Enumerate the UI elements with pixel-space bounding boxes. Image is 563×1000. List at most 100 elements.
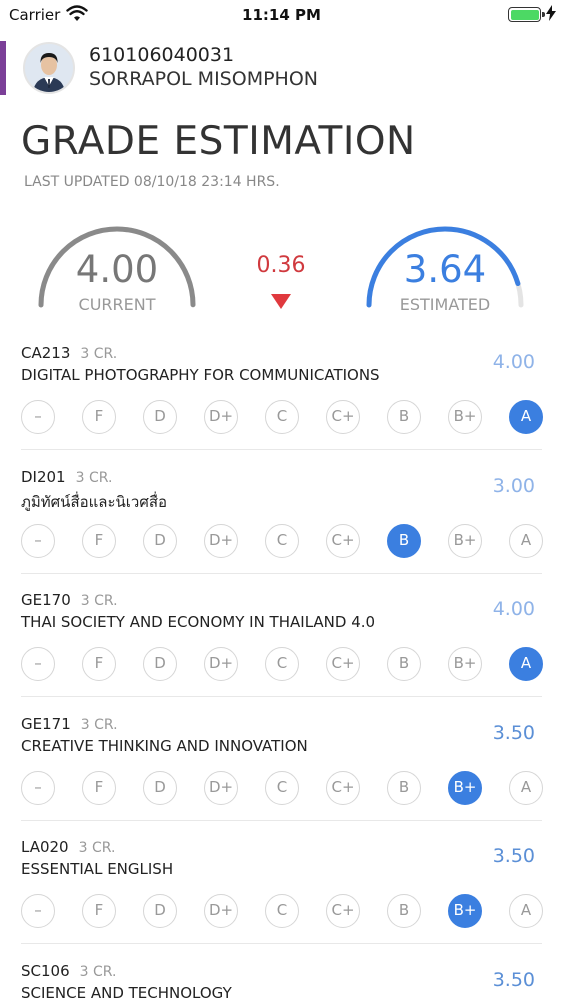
grade-option-button[interactable]: C: [265, 770, 299, 805]
grade-option-button[interactable]: D+: [204, 523, 238, 558]
status-bar: Carrier 11:14 PM: [0, 0, 563, 30]
grade-option-button[interactable]: D+: [204, 400, 238, 434]
course-credits: 3 CR.: [80, 593, 118, 609]
grade-option-button[interactable]: C: [265, 647, 299, 681]
last-updated-label: LAST UPDATED 08/10/18 23:14 HRS.: [24, 174, 280, 190]
grade-option-button[interactable]: B+: [448, 647, 482, 681]
course-divider: [21, 572, 542, 574]
course-name: ESSENTIAL ENGLISH: [21, 860, 174, 878]
course-credits: 3 CR.: [75, 469, 113, 486]
grade-option-button[interactable]: B: [387, 647, 421, 681]
course-divider: [21, 943, 542, 944]
course-code: GE171 3 CR.: [21, 715, 118, 733]
grade-option-button[interactable]: A: [509, 400, 543, 434]
grade-option-button[interactable]: D+: [204, 647, 238, 681]
grade-selector: – F D D+ C C+ B B+ A: [21, 400, 546, 434]
student-id: 610106040031: [89, 44, 235, 66]
grade-option-button[interactable]: F: [82, 647, 116, 681]
grade-option-button[interactable]: B: [387, 400, 421, 434]
grade-selector: – F D D+ C C+ B B+ A: [21, 647, 546, 681]
grade-option-button[interactable]: B: [387, 770, 421, 805]
course-code: DI201 3 CR.: [21, 468, 112, 486]
charging-bolt-icon: [546, 5, 556, 25]
grade-option-button[interactable]: F: [82, 770, 116, 805]
course-credits: 3 CR.: [79, 963, 117, 980]
down-arrow-icon: [271, 294, 291, 309]
grade-option-button[interactable]: C+: [326, 770, 360, 805]
grade-option-button[interactable]: C+: [326, 400, 360, 434]
profile-accent-bar: [0, 41, 6, 95]
course-credits: 3 CR.: [80, 716, 118, 733]
grade-option-button[interactable]: C+: [326, 894, 360, 928]
course-code: GE170 3 CR.: [21, 591, 118, 609]
grade-option-button[interactable]: A: [509, 770, 543, 805]
course-code: LA020 3 CR.: [21, 838, 115, 856]
course-name: SCIENCE AND TECHNOLOGY: [21, 983, 232, 1000]
grade-option-button[interactable]: B+: [448, 400, 482, 434]
course-grade-value: 3.50: [492, 721, 535, 744]
course-code-text: CA213: [21, 344, 71, 362]
grade-option-button[interactable]: –: [21, 647, 55, 681]
estimated-gpa-value: 3.64: [403, 248, 487, 291]
grade-option-button[interactable]: –: [21, 400, 55, 434]
grade-option-button[interactable]: B+: [448, 523, 482, 558]
grade-selector: – F D D+ C C+ B B+ A: [21, 894, 546, 928]
grade-option-button[interactable]: D: [143, 400, 177, 434]
gpa-difference-value: 0.36: [256, 253, 306, 278]
grade-option-button[interactable]: –: [21, 523, 55, 558]
avatar[interactable]: [23, 42, 75, 94]
grade-option-button[interactable]: A: [509, 647, 543, 681]
course-divider: [21, 449, 542, 450]
course-divider: [21, 819, 542, 821]
course-code: SC106 3 CR.: [21, 962, 116, 980]
student-name: SORRAPOL MISOMPHON: [89, 68, 319, 90]
course-divider: [21, 696, 542, 697]
grade-option-button[interactable]: F: [82, 400, 116, 434]
grade-option-button[interactable]: D+: [204, 770, 238, 805]
course-code-text: DI201: [21, 467, 66, 486]
course-name: THAI SOCIETY AND ECONOMY IN THAILAND 4.0: [21, 613, 376, 631]
course-grade-value: 3.50: [492, 845, 535, 867]
course-name: CREATIVE THINKING AND INNOVATION: [21, 736, 308, 755]
grade-option-button[interactable]: C: [265, 400, 299, 434]
grade-option-button[interactable]: A: [509, 894, 543, 928]
grade-option-button[interactable]: A: [509, 523, 543, 558]
grade-option-button[interactable]: B+: [448, 770, 482, 805]
grade-option-button[interactable]: –: [21, 770, 55, 805]
grade-option-button[interactable]: D: [143, 770, 177, 805]
course-credits: 3 CR.: [80, 346, 118, 362]
grade-option-button[interactable]: D: [143, 647, 177, 681]
grade-option-button[interactable]: D+: [204, 894, 238, 928]
grade-option-button[interactable]: B: [387, 894, 421, 928]
clock: 11:14 PM: [242, 6, 321, 24]
grade-option-button[interactable]: D: [143, 523, 177, 558]
course-code-text: GE170: [21, 591, 71, 609]
grade-option-button[interactable]: B: [387, 523, 421, 558]
course-name: DIGITAL PHOTOGRAPHY FOR COMMUNICATIONS: [21, 366, 380, 384]
estimated-gpa-label: ESTIMATED: [399, 295, 491, 314]
battery-icon: [508, 7, 545, 22]
course-grade-value: 4.00: [492, 351, 535, 373]
current-gpa-label: CURRENT: [78, 295, 156, 314]
course-grade-value: 3.00: [492, 474, 535, 497]
grade-option-button[interactable]: –: [21, 894, 55, 928]
page-title: GRADE ESTIMATION: [21, 119, 416, 164]
grade-option-button[interactable]: C+: [326, 523, 360, 558]
grade-option-button[interactable]: F: [82, 894, 116, 928]
grade-option-button[interactable]: D: [143, 894, 177, 928]
course-code-text: LA020: [21, 838, 69, 856]
course-code: CA213 3 CR.: [21, 344, 117, 362]
course-grade-value: 3.50: [492, 968, 535, 991]
current-gpa-value: 4.00: [75, 248, 159, 291]
grade-option-button[interactable]: C+: [326, 647, 360, 681]
course-grade-value: 4.00: [492, 598, 535, 620]
grade-selector: – F D D+ C C+ B B+ A: [21, 770, 546, 805]
grade-option-button[interactable]: F: [82, 523, 116, 558]
grade-option-button[interactable]: B+: [448, 894, 482, 928]
course-credits: 3 CR.: [78, 840, 116, 856]
grade-option-button[interactable]: C: [265, 523, 299, 558]
course-code-text: SC106: [21, 961, 70, 980]
grade-option-button[interactable]: C: [265, 894, 299, 928]
grade-selector: – F D D+ C C+ B B+ A: [21, 523, 546, 558]
course-name: ภูมิทัศน์สื่อและนิเวศสื่อ: [21, 492, 168, 511]
